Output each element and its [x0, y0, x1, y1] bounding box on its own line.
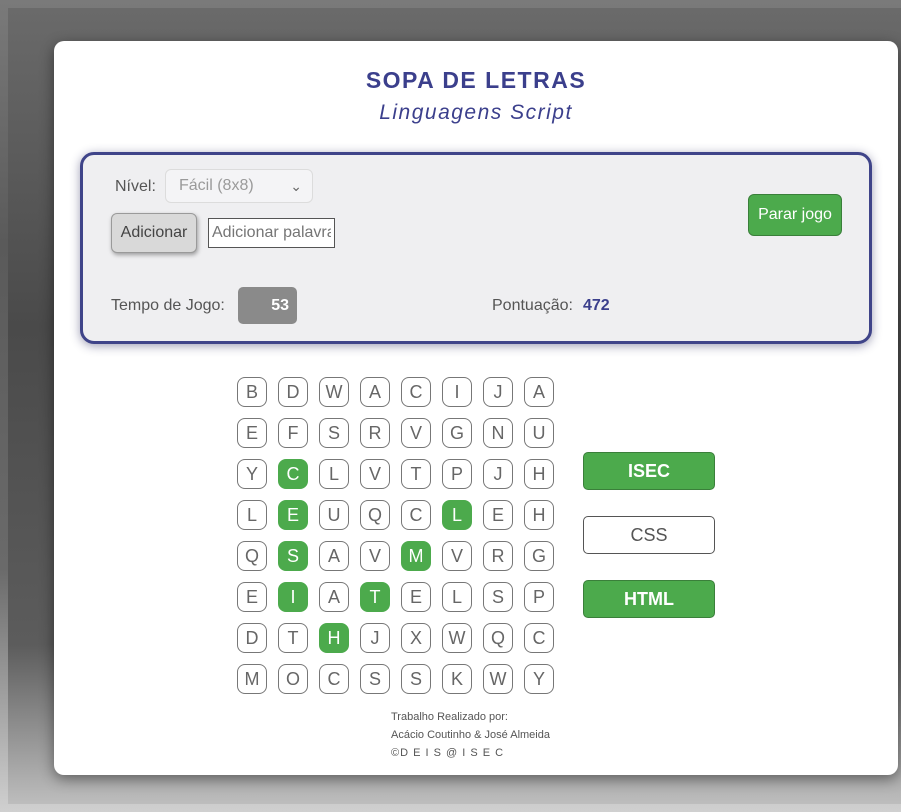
- grid-cell[interactable]: T: [360, 582, 390, 612]
- chevron-down-icon: ⌄: [290, 178, 302, 194]
- window-frame: SOPA DE LETRAS Linguagens Script Nível: …: [8, 8, 901, 804]
- grid-cell[interactable]: V: [360, 541, 390, 571]
- grid-cell[interactable]: F: [278, 418, 308, 448]
- grid-cell[interactable]: X: [401, 623, 431, 653]
- grid-cell[interactable]: T: [401, 459, 431, 489]
- time-label: Tempo de Jogo:: [111, 297, 225, 314]
- grid-cell[interactable]: S: [483, 582, 513, 612]
- grid-cell[interactable]: H: [524, 500, 554, 530]
- word-item: HTML: [583, 580, 715, 618]
- grid-cell[interactable]: J: [483, 459, 513, 489]
- grid-cell[interactable]: L: [442, 582, 472, 612]
- grid-cell[interactable]: G: [442, 418, 472, 448]
- grid-cell[interactable]: U: [319, 500, 349, 530]
- grid-cell[interactable]: R: [360, 418, 390, 448]
- grid-cell[interactable]: I: [442, 377, 472, 407]
- grid-cell[interactable]: E: [483, 500, 513, 530]
- add-word-button[interactable]: Adicionar: [111, 213, 197, 253]
- grid-cell[interactable]: H: [524, 459, 554, 489]
- level-select-value: Fácil (8x8): [179, 177, 254, 194]
- grid-cell[interactable]: W: [319, 377, 349, 407]
- grid-cell[interactable]: V: [442, 541, 472, 571]
- add-word-input[interactable]: [208, 218, 335, 248]
- level-label: Nível:: [115, 178, 156, 195]
- grid-cell[interactable]: H: [319, 623, 349, 653]
- grid-cell[interactable]: V: [401, 418, 431, 448]
- grid-cell[interactable]: V: [360, 459, 390, 489]
- grid-cell[interactable]: M: [401, 541, 431, 571]
- grid-cell[interactable]: C: [401, 500, 431, 530]
- grid-cell[interactable]: L: [319, 459, 349, 489]
- grid-cell[interactable]: J: [360, 623, 390, 653]
- footer-authors: Acácio Coutinho & José Almeida: [391, 729, 550, 741]
- stop-game-button[interactable]: Parar jogo: [748, 194, 842, 236]
- grid-cell[interactable]: W: [442, 623, 472, 653]
- grid-cell[interactable]: C: [401, 377, 431, 407]
- grid-cell[interactable]: Y: [524, 664, 554, 694]
- grid-cell[interactable]: E: [237, 582, 267, 612]
- word-item: CSS: [583, 516, 715, 554]
- grid-cell[interactable]: L: [442, 500, 472, 530]
- grid-cell[interactable]: A: [524, 377, 554, 407]
- word-item: ISEC: [583, 452, 715, 490]
- grid-cell[interactable]: C: [524, 623, 554, 653]
- grid-cell[interactable]: C: [278, 459, 308, 489]
- grid-cell[interactable]: Q: [237, 541, 267, 571]
- grid-cell[interactable]: A: [360, 377, 390, 407]
- grid-cell[interactable]: P: [442, 459, 472, 489]
- grid-cell[interactable]: C: [319, 664, 349, 694]
- grid-cell[interactable]: O: [278, 664, 308, 694]
- control-panel: Nível: Fácil (8x8) ⌄ Adicionar Parar jog…: [80, 152, 872, 344]
- grid-cell[interactable]: B: [237, 377, 267, 407]
- footer-copyright: ©D E I S @ I S E C: [391, 747, 505, 759]
- level-select[interactable]: Fácil (8x8) ⌄: [165, 169, 313, 203]
- grid-cell[interactable]: U: [524, 418, 554, 448]
- grid-cell[interactable]: A: [319, 582, 349, 612]
- grid-cell[interactable]: S: [278, 541, 308, 571]
- grid-cell[interactable]: P: [524, 582, 554, 612]
- grid-cell[interactable]: W: [483, 664, 513, 694]
- grid-cell[interactable]: S: [401, 664, 431, 694]
- grid-cell[interactable]: J: [483, 377, 513, 407]
- grid-cell[interactable]: E: [237, 418, 267, 448]
- grid-cell[interactable]: I: [278, 582, 308, 612]
- grid-cell[interactable]: Y: [237, 459, 267, 489]
- grid-cell[interactable]: Q: [483, 623, 513, 653]
- grid-cell[interactable]: N: [483, 418, 513, 448]
- grid-cell[interactable]: D: [237, 623, 267, 653]
- grid-cell[interactable]: S: [319, 418, 349, 448]
- grid-cell[interactable]: L: [237, 500, 267, 530]
- grid-cell[interactable]: G: [524, 541, 554, 571]
- grid-cell[interactable]: K: [442, 664, 472, 694]
- footer-credit-title: Trabalho Realizado por:: [391, 711, 508, 723]
- score-label: Pontuação:: [492, 297, 573, 314]
- grid-cell[interactable]: A: [319, 541, 349, 571]
- grid-cell[interactable]: T: [278, 623, 308, 653]
- page-title: SOPA DE LETRAS: [365, 67, 587, 93]
- time-value: 53: [238, 287, 297, 324]
- grid-cell[interactable]: D: [278, 377, 308, 407]
- game-card: SOPA DE LETRAS Linguagens Script Nível: …: [54, 41, 898, 775]
- grid-cell[interactable]: E: [401, 582, 431, 612]
- grid-cell[interactable]: R: [483, 541, 513, 571]
- grid-cell[interactable]: S: [360, 664, 390, 694]
- grid-cell[interactable]: E: [278, 500, 308, 530]
- score-value: 472: [583, 297, 610, 314]
- page-subtitle: Linguagens Script: [379, 101, 573, 124]
- grid-cell[interactable]: Q: [360, 500, 390, 530]
- grid-cell[interactable]: M: [237, 664, 267, 694]
